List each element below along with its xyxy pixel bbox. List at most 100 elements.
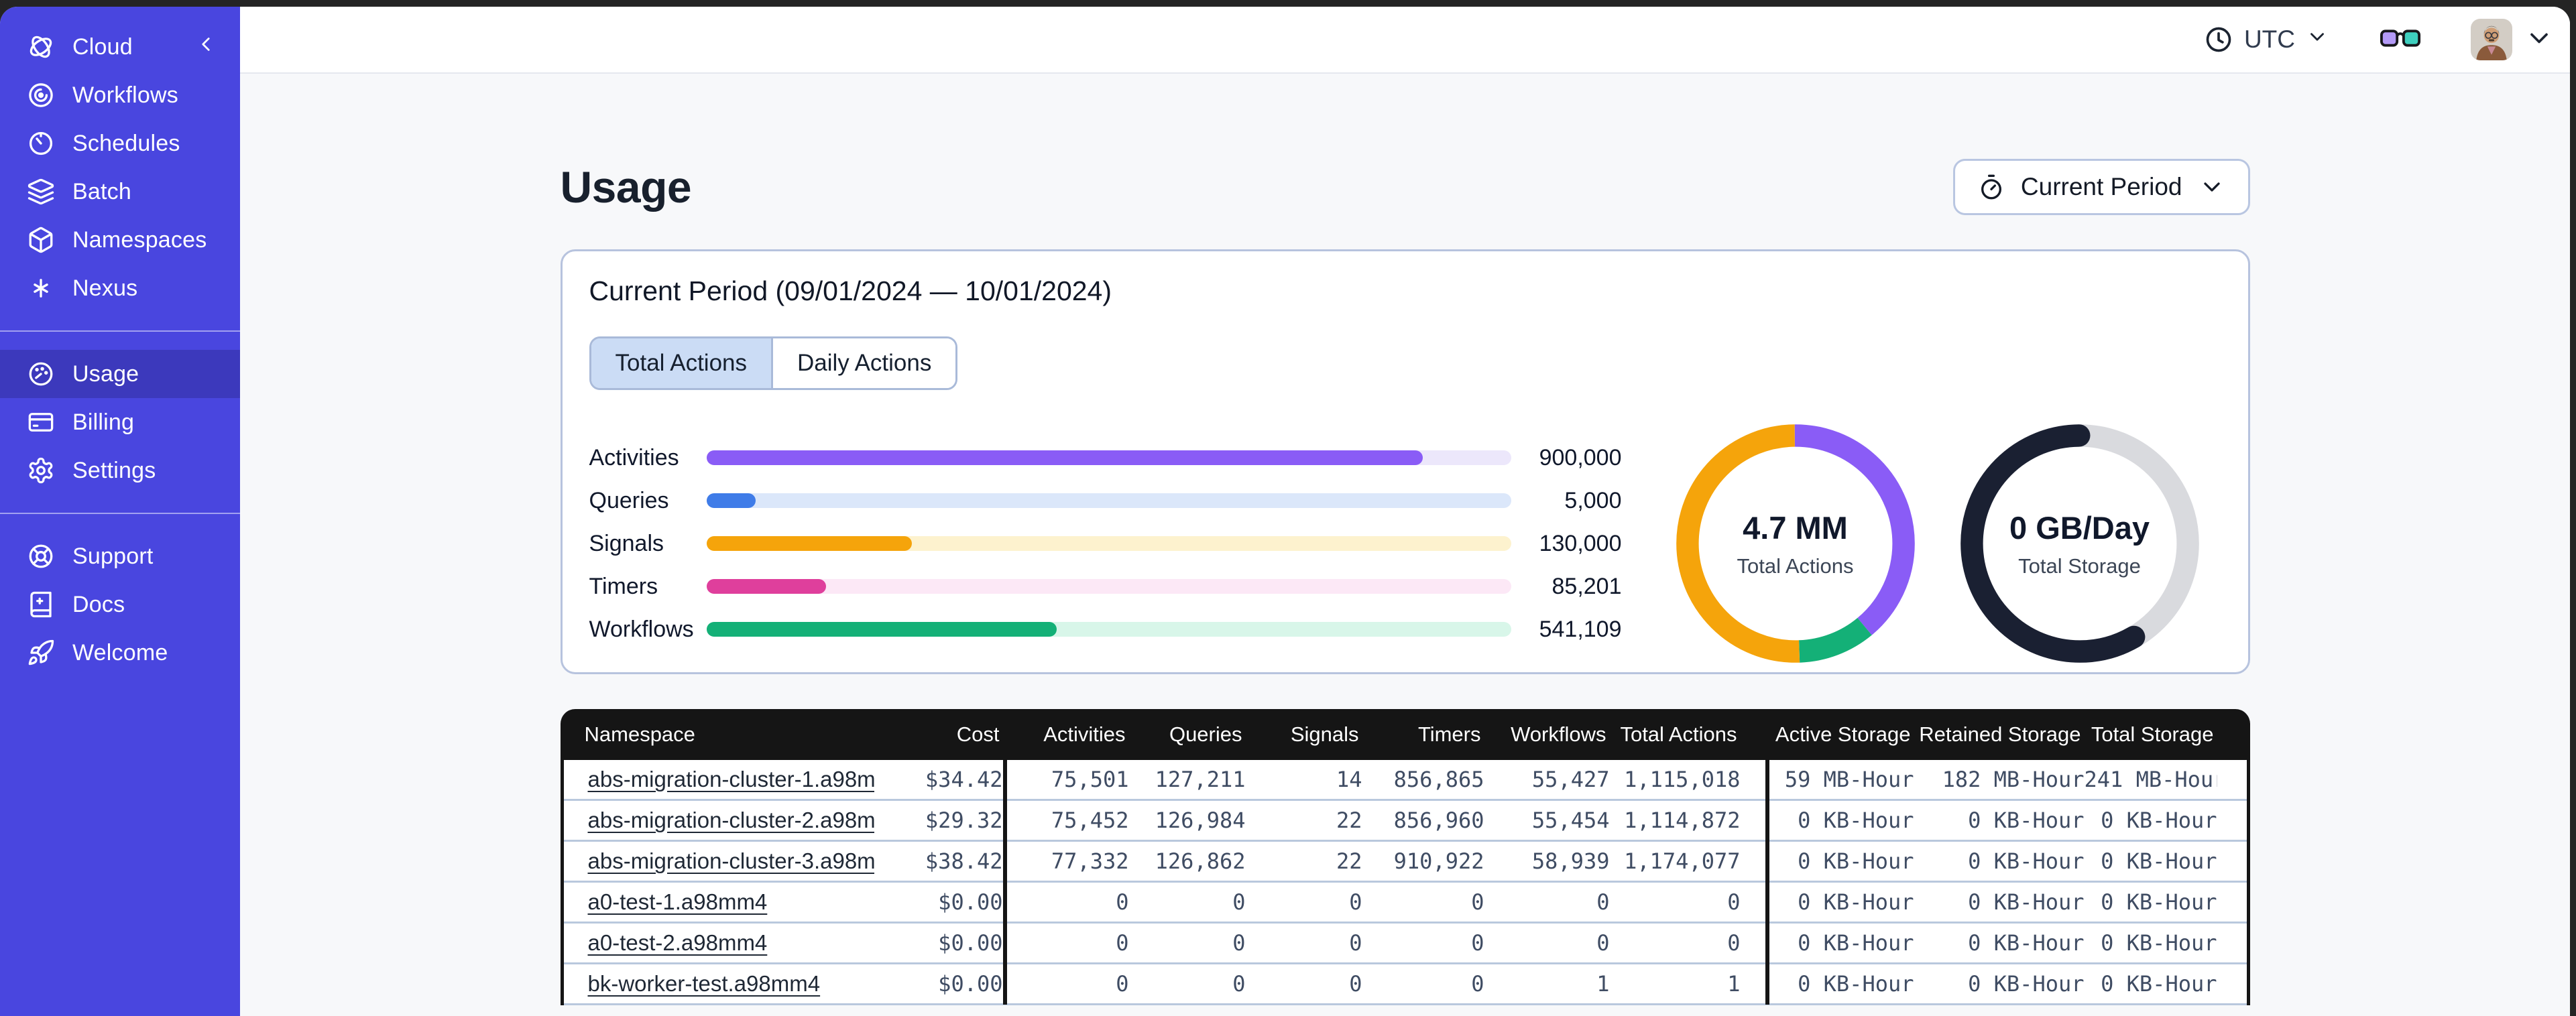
sidebar-item-settings[interactable]: Settings bbox=[0, 446, 240, 495]
bar-value: 5,000 bbox=[1564, 487, 1622, 513]
sidebar-item-docs[interactable]: Docs bbox=[0, 580, 240, 629]
value-cell: 0 bbox=[1349, 971, 1362, 997]
bar-row-activities: Activities 900,000 bbox=[589, 436, 1622, 479]
tab-daily-actions[interactable]: Daily Actions bbox=[773, 338, 956, 388]
sidebar-item-label: Docs bbox=[72, 591, 125, 617]
period-selector-button[interactable]: Current Period bbox=[1952, 159, 2250, 215]
sidebar-item-label: Billing bbox=[72, 409, 135, 435]
value-cell: 55,454 bbox=[1531, 808, 1610, 833]
bar-track bbox=[706, 536, 1511, 551]
sidebar-item-label: Support bbox=[72, 543, 154, 569]
value-cell: 0 bbox=[1232, 889, 1246, 915]
bar-label: Activities bbox=[589, 444, 679, 470]
credit-card-icon bbox=[28, 413, 54, 432]
sidebar-item-workflows[interactable]: Workflows bbox=[0, 71, 240, 119]
value-cell: 0 bbox=[1349, 930, 1362, 956]
bar-value: 130,000 bbox=[1539, 530, 1622, 556]
user-menu-button[interactable] bbox=[2524, 23, 2554, 56]
sidebar-item-nexus[interactable]: Nexus bbox=[0, 264, 240, 312]
sidebar-item-label: Schedules bbox=[72, 130, 180, 156]
schedules-icon bbox=[29, 131, 53, 155]
value-cell: 1 bbox=[1727, 971, 1741, 997]
workflows-icon bbox=[29, 83, 53, 107]
value-cell: 0 bbox=[1116, 930, 1129, 956]
sidebar-item-welcome[interactable]: Welcome bbox=[0, 629, 240, 677]
sidebar-item-schedules[interactable]: Schedules bbox=[0, 119, 240, 168]
value-cell: 77,332 bbox=[1051, 848, 1129, 874]
bar-fill bbox=[706, 579, 827, 594]
sidebar-item-billing[interactable]: Billing bbox=[0, 398, 240, 446]
value-cell: 0 bbox=[1596, 889, 1610, 915]
value-cell: $0.00 bbox=[938, 971, 1003, 997]
value-cell: 0 bbox=[1727, 889, 1741, 915]
sidebar-header-cloud[interactable]: Cloud bbox=[0, 23, 240, 71]
value-cell: 0 bbox=[1471, 889, 1484, 915]
clock-icon bbox=[2206, 27, 2231, 52]
tab-total-actions[interactable]: Total Actions bbox=[591, 338, 773, 388]
namespace-link[interactable]: a0-test-1.a98mm4 bbox=[588, 889, 768, 914]
bar-track bbox=[706, 493, 1511, 508]
namespace-link[interactable]: a0-test-2.a98mm4 bbox=[588, 930, 768, 955]
value-cell: 0 bbox=[1232, 930, 1246, 956]
table-row: a0-test-1.a98mm4 $0.00 0 0 0 0 0 0 0 KB-Hour 0 KB… bbox=[563, 881, 2247, 924]
bar-fill bbox=[706, 493, 756, 508]
value-cell: 0 bbox=[1471, 930, 1484, 956]
namespace-cell: bk-worker-test.a98mm4 bbox=[564, 971, 874, 997]
rocket-icon bbox=[28, 639, 54, 665]
sidebar-item-label: Batch bbox=[72, 178, 131, 204]
value-cell: 0 KB-Hour bbox=[1798, 808, 1914, 833]
value-cell: 0 bbox=[1727, 930, 1741, 956]
value-cell: 910,922 bbox=[1393, 848, 1484, 874]
nexus-icon bbox=[34, 279, 48, 298]
gauge-icon bbox=[29, 362, 53, 386]
value-cell: 75,501 bbox=[1051, 767, 1129, 792]
bar-row-workflows: Workflows 541,109 bbox=[589, 608, 1622, 651]
sidebar-item-batch[interactable]: Batch bbox=[0, 168, 240, 216]
sidebar-item-support[interactable]: Support bbox=[0, 532, 240, 580]
namespace-link[interactable]: abs-migration-cluster-3.a98mm4 bbox=[588, 848, 874, 873]
table-row: bk-worker-test.a98mm4 $0.00 0 0 0 0 1 1 0 KB-Hou… bbox=[563, 963, 2247, 1005]
bar-value: 85,201 bbox=[1552, 573, 1622, 599]
value-cell: $29.32 bbox=[925, 808, 1003, 833]
namespace-link[interactable]: bk-worker-test.a98mm4 bbox=[588, 971, 821, 996]
value-cell: 0 KB-Hour bbox=[2101, 971, 2217, 997]
total-storage-label: Total Storage bbox=[2018, 554, 2141, 578]
namespace-link[interactable]: abs-migration-cluster-1.a98mm4 bbox=[588, 767, 874, 791]
user-avatar[interactable] bbox=[2471, 19, 2512, 60]
column-header: Cost bbox=[956, 722, 1000, 746]
sidebar-collapse-button[interactable] bbox=[194, 33, 217, 62]
value-cell: 126,862 bbox=[1155, 848, 1246, 874]
value-cell: 58,939 bbox=[1531, 848, 1610, 874]
sidebar-item-label: Welcome bbox=[72, 639, 168, 665]
lifebuoy-icon bbox=[29, 544, 53, 568]
value-cell: 0 bbox=[1232, 971, 1246, 997]
timezone-selector[interactable]: UTC bbox=[2204, 25, 2329, 54]
value-cell: 55,427 bbox=[1531, 767, 1610, 792]
value-cell: 22 bbox=[1336, 808, 1362, 833]
column-header: Activities bbox=[1043, 722, 1126, 746]
column-header: Signals bbox=[1290, 722, 1359, 746]
value-cell: 0 KB-Hour bbox=[2101, 930, 2217, 956]
value-cell: $0.00 bbox=[938, 930, 1003, 956]
column-header: Timers bbox=[1417, 722, 1481, 746]
bar-fill bbox=[706, 536, 912, 551]
current-period-card: Current Period (09/01/2024 — 10/01/2024)… bbox=[560, 249, 2250, 674]
sidebar-item-usage[interactable]: Usage bbox=[0, 350, 240, 398]
column-header: Retained Storage bbox=[1919, 722, 2081, 746]
value-cell: 0 KB-Hour bbox=[2101, 889, 2217, 915]
bar-fill bbox=[706, 622, 1057, 637]
column-header: Total Storage bbox=[2091, 722, 2214, 746]
sidebar-item-label: Namespaces bbox=[72, 227, 207, 253]
period-selector-label: Current Period bbox=[2020, 173, 2182, 200]
glasses-button[interactable] bbox=[2380, 25, 2421, 55]
namespace-link[interactable]: abs-migration-cluster-2.a98mm4 bbox=[588, 808, 874, 832]
bar-value: 541,109 bbox=[1539, 616, 1622, 642]
sidebar-item-namespaces[interactable]: Namespaces bbox=[0, 216, 240, 264]
value-cell: 0 bbox=[1471, 971, 1484, 997]
bar-label: Queries bbox=[589, 487, 669, 513]
topbar: UTC bbox=[240, 7, 2570, 74]
value-cell: 0 KB-Hour bbox=[1798, 930, 1914, 956]
value-cell: 0 KB-Hour bbox=[2101, 808, 2217, 833]
value-cell: 75,452 bbox=[1051, 808, 1129, 833]
page-title: Usage bbox=[560, 162, 692, 212]
